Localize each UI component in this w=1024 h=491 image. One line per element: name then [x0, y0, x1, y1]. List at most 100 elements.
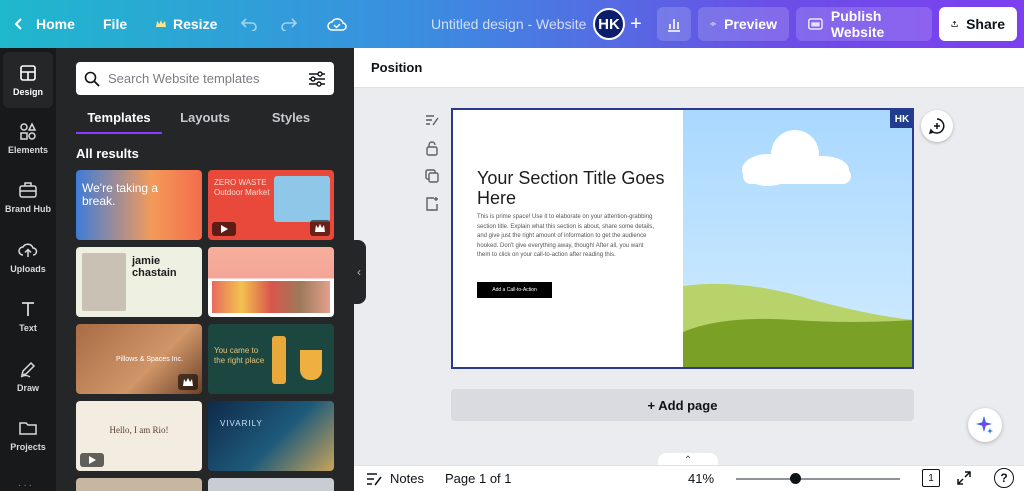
- plus-icon: +: [630, 12, 642, 35]
- file-menu-button[interactable]: File: [103, 0, 127, 48]
- chevron-up-icon: ⌃: [683, 454, 693, 466]
- crown-icon: [183, 378, 193, 386]
- template-thumbnail[interactable]: [76, 478, 202, 491]
- resize-label: Resize: [173, 16, 218, 32]
- help-icon: ?: [1000, 471, 1008, 485]
- rail-item-uploads[interactable]: Uploads: [0, 229, 56, 285]
- collaborator-badge: HK: [890, 110, 912, 128]
- upload-icon: [18, 243, 38, 257]
- save-status-button[interactable]: [327, 0, 347, 48]
- template-text: jamie chastain: [132, 255, 177, 279]
- search-icon: [84, 71, 100, 87]
- expand-icon: [957, 471, 971, 485]
- video-badge: [212, 222, 236, 236]
- template-thumbnail[interactable]: ZERO WASTE Outdoor Market: [208, 170, 334, 240]
- folder-icon: [19, 422, 37, 435]
- add-comment-button[interactable]: [921, 110, 953, 142]
- search-input[interactable]: Search Website templates: [108, 71, 300, 86]
- front-hill: [683, 318, 912, 367]
- duplicate-icon[interactable]: [424, 168, 440, 184]
- template-search-box[interactable]: Search Website templates: [76, 62, 334, 95]
- template-thumbnail[interactable]: [208, 247, 334, 317]
- play-icon: [89, 456, 96, 464]
- design-title[interactable]: Untitled design - Website: [431, 0, 586, 48]
- chevron-left-icon: ‹: [357, 265, 361, 279]
- home-label: Home: [36, 16, 75, 32]
- magic-assistant-button[interactable]: [968, 408, 1002, 442]
- tab-layouts[interactable]: Layouts: [162, 108, 248, 134]
- template-text: You came to the right place: [214, 346, 265, 365]
- template-thumbnail[interactable]: You came to the right place: [208, 324, 334, 394]
- zoom-slider[interactable]: [736, 478, 900, 480]
- canvas-text-section: Your Section Title Goes Here This is pri…: [453, 110, 683, 367]
- rail-label-text: Text: [19, 323, 37, 333]
- play-icon: [221, 225, 228, 233]
- rail-item-text[interactable]: Text: [0, 288, 56, 344]
- left-rail: Design Elements Brand Hub Uploads Text D…: [0, 48, 56, 491]
- notes-label: Notes: [390, 471, 424, 486]
- template-thumbnail[interactable]: [208, 478, 334, 491]
- rail-item-brand-hub[interactable]: Brand Hub: [0, 169, 56, 225]
- template-photo: [82, 253, 126, 311]
- canvas-illustration[interactable]: HK: [683, 110, 912, 367]
- lock-icon[interactable]: [424, 140, 440, 156]
- page-count-badge: 1: [928, 472, 934, 484]
- zoom-slider-handle[interactable]: [789, 473, 801, 484]
- template-thumbnail[interactable]: VIVARILY: [208, 401, 334, 471]
- zoom-percentage[interactable]: 41%: [688, 471, 714, 486]
- template-thumbnail[interactable]: Hello, I am Rio!: [76, 401, 202, 471]
- canvas-section-title[interactable]: Your Section Title Goes Here: [477, 168, 667, 208]
- undo-button[interactable]: [240, 0, 258, 48]
- invite-button[interactable]: +: [622, 10, 650, 38]
- insights-button[interactable]: [657, 7, 691, 41]
- top-bar: Home File Resize Untitled design - Websi…: [0, 0, 1024, 48]
- file-label: File: [103, 16, 128, 32]
- publish-website-button[interactable]: Publish Website: [796, 7, 932, 41]
- template-thumbnail[interactable]: Pillows & Spaces Inc.: [76, 324, 202, 394]
- rail-item-design[interactable]: Design: [3, 52, 53, 108]
- collapse-panel-button[interactable]: ‹: [352, 240, 366, 304]
- text-icon: [22, 302, 34, 316]
- rail-label-brand-hub: Brand Hub: [5, 204, 51, 214]
- rail-item-projects[interactable]: Projects: [0, 407, 56, 463]
- home-button[interactable]: Home: [12, 0, 75, 48]
- template-thumbnail[interactable]: jamie chastain: [76, 247, 202, 317]
- add-page-button[interactable]: + Add page: [451, 389, 914, 421]
- canvas-body-text[interactable]: This is prime space! Use it to elaborate…: [477, 213, 655, 261]
- cloud-check-icon: [327, 18, 347, 31]
- position-button[interactable]: Position: [371, 60, 422, 75]
- tab-styles[interactable]: Styles: [248, 108, 334, 134]
- templates-panel: Search Website templates Templates Layou…: [56, 48, 354, 491]
- premium-badge: [178, 374, 198, 390]
- rail-item-draw[interactable]: Draw: [0, 348, 56, 404]
- template-thumbnail[interactable]: We're taking a break.: [76, 170, 202, 240]
- add-page-icon[interactable]: [424, 196, 440, 212]
- redo-button[interactable]: [280, 0, 298, 48]
- notes-button[interactable]: Notes: [366, 471, 424, 486]
- notes-icon[interactable]: [424, 112, 440, 128]
- crown-icon: [315, 224, 325, 232]
- preview-label: Preview: [724, 16, 777, 32]
- rail-item-elements[interactable]: Elements: [0, 110, 56, 166]
- design-title-text: Untitled design - Website: [431, 16, 587, 32]
- help-button[interactable]: ?: [994, 468, 1014, 488]
- canvas-cta-button[interactable]: Add a Call-to-Action: [477, 282, 552, 298]
- share-label: Share: [966, 16, 1005, 32]
- page-indicator[interactable]: Page 1 of 1: [445, 471, 512, 486]
- notes-icon: [367, 472, 382, 485]
- rail-label-uploads: Uploads: [10, 264, 46, 274]
- preview-button[interactable]: Preview: [698, 7, 789, 41]
- pages-view-button[interactable]: 1: [922, 469, 940, 487]
- resize-button[interactable]: Resize: [155, 0, 217, 48]
- filter-icon[interactable]: [308, 70, 326, 87]
- draw-icon: [20, 361, 36, 378]
- tab-templates[interactable]: Templates: [76, 108, 162, 134]
- more-apps-icon[interactable]: ···: [18, 480, 38, 491]
- fullscreen-button[interactable]: [956, 470, 972, 489]
- design-canvas[interactable]: Your Section Title Goes Here This is pri…: [451, 108, 914, 369]
- rail-label-projects: Projects: [10, 442, 46, 452]
- chevron-left-icon: [14, 18, 22, 30]
- rail-label-elements: Elements: [7, 145, 49, 155]
- user-avatar[interactable]: HK: [593, 8, 625, 40]
- share-button[interactable]: Share: [939, 7, 1017, 41]
